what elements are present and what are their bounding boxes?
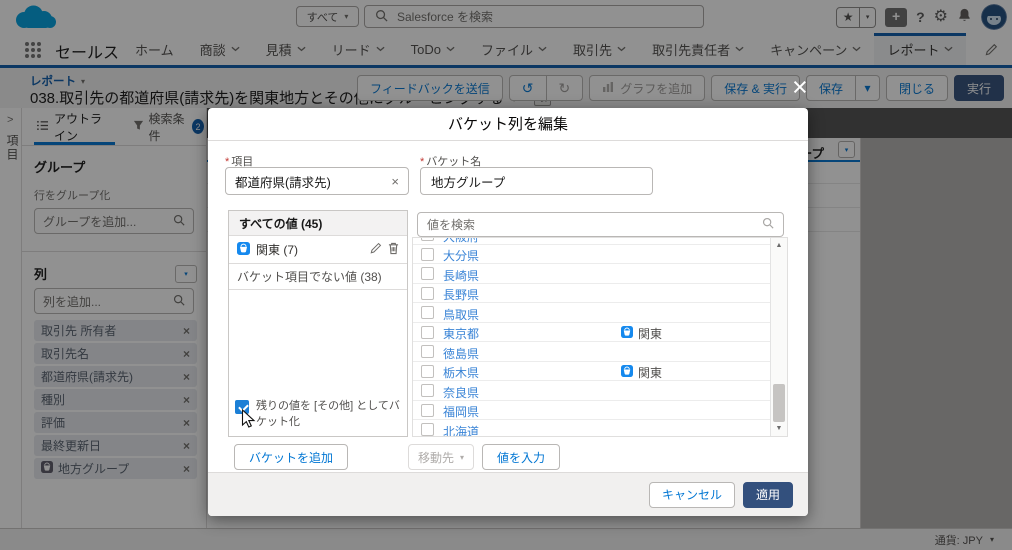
- value-link[interactable]: 北海道: [443, 423, 479, 437]
- edit-bucket-modal: バケット列を編集 * 項目 * バケット名 都道府県(請求先) × 地方グループ す…: [208, 108, 808, 516]
- buckets-panel: すべての値 (45) 関東 (7) バケット項目でない値 (38) 残りの値を …: [228, 210, 408, 437]
- all-values-header: すべての値 (45): [229, 211, 407, 236]
- scroll-down-icon[interactable]: ▼: [771, 422, 787, 435]
- value-checkbox[interactable]: [421, 306, 434, 319]
- value-row: 徳島県: [413, 342, 770, 362]
- bucket-icon: [621, 325, 633, 341]
- bucket-icon: [237, 241, 250, 258]
- value-link[interactable]: 奈良県: [443, 384, 479, 401]
- value-link[interactable]: 徳島県: [443, 345, 479, 362]
- delete-bucket-trash-icon[interactable]: [388, 242, 399, 258]
- value-checkbox[interactable]: [421, 384, 434, 397]
- value-row: 長野県: [413, 284, 770, 303]
- value-link[interactable]: 東京都: [443, 325, 479, 342]
- bucket-icon: [621, 364, 633, 380]
- enter-values-button[interactable]: 値を入力: [482, 444, 561, 470]
- other-bucket-label: 残りの値を [その他] としてバケット化: [256, 400, 400, 428]
- screen: すべて ▾ Salesforce を検索 ★ ▾ + ? ⚙ セールス ホーム …: [0, 0, 1012, 550]
- bucket-name-input[interactable]: 地方グループ: [420, 167, 653, 195]
- value-checkbox[interactable]: [421, 247, 434, 261]
- scroll-up-icon[interactable]: ▲: [771, 239, 787, 252]
- bucket-name-value: 地方グループ: [431, 175, 506, 190]
- value-row: 栃木県 関東: [413, 362, 770, 381]
- value-checkbox[interactable]: [421, 345, 434, 358]
- clear-field-icon[interactable]: ×: [391, 174, 399, 189]
- search-icon: [762, 217, 774, 232]
- bucket-row-label: 関東 (7): [256, 243, 299, 257]
- value-bucket-tag: 関東: [621, 364, 662, 381]
- value-link[interactable]: 福岡県: [443, 403, 479, 420]
- mouse-cursor: [241, 408, 256, 434]
- unbucketed-values-row[interactable]: バケット項目でない値 (38): [229, 264, 407, 290]
- modal-title: バケット列を編集: [208, 108, 808, 141]
- value-link[interactable]: 大分県: [443, 247, 479, 264]
- value-search-input[interactable]: 値を検索: [417, 212, 784, 237]
- value-checkbox[interactable]: [421, 364, 434, 378]
- value-checkbox[interactable]: [421, 286, 434, 300]
- value-checkbox[interactable]: [421, 403, 434, 417]
- value-checkbox[interactable]: [421, 238, 434, 241]
- value-row: 鳥取県: [413, 303, 770, 323]
- apply-button[interactable]: 適用: [742, 481, 793, 508]
- value-checkbox[interactable]: [421, 423, 434, 436]
- value-list: 大阪府大分県長崎県長野県鳥取県東京都関東徳島県栃木県関東奈良県福岡県北海道 ▲ …: [412, 237, 788, 437]
- value-link[interactable]: 長野県: [443, 286, 479, 303]
- value-row: 東京都 関東: [413, 323, 770, 342]
- value-checkbox[interactable]: [421, 267, 434, 280]
- field-combobox[interactable]: 都道府県(請求先) ×: [225, 167, 409, 195]
- value-checkbox[interactable]: [421, 325, 434, 339]
- value-bucket-tag: 関東: [621, 325, 662, 342]
- modal-footer: キャンセル 適用: [208, 472, 808, 516]
- modal-close-icon[interactable]: ×: [792, 74, 808, 101]
- value-link[interactable]: 栃木県: [443, 364, 479, 381]
- cancel-button[interactable]: キャンセル: [648, 481, 735, 508]
- move-to-button: 移動先 ▾: [408, 444, 474, 470]
- value-link[interactable]: 鳥取県: [443, 306, 479, 323]
- chevron-down-icon: ▾: [460, 452, 465, 462]
- edit-bucket-pencil-icon[interactable]: [370, 242, 382, 257]
- value-search-placeholder: 値を検索: [427, 218, 476, 232]
- value-row: 大分県: [413, 245, 770, 264]
- value-list-rows: 大阪府大分県長崎県長野県鳥取県東京都関東徳島県栃木県関東奈良県福岡県北海道: [413, 238, 770, 436]
- field-value: 都道府県(請求先): [235, 175, 331, 190]
- scrollbar[interactable]: ▲ ▼: [770, 238, 787, 436]
- value-row: 長崎県: [413, 264, 770, 284]
- bucket-row-kanto[interactable]: 関東 (7): [229, 236, 407, 264]
- value-row: 福岡県: [413, 401, 770, 420]
- value-row: 奈良県: [413, 381, 770, 401]
- add-bucket-button[interactable]: バケットを追加: [234, 444, 349, 470]
- scrollbar-thumb[interactable]: [773, 384, 785, 422]
- value-row: 北海道: [413, 420, 770, 436]
- value-link[interactable]: 長崎県: [443, 267, 479, 284]
